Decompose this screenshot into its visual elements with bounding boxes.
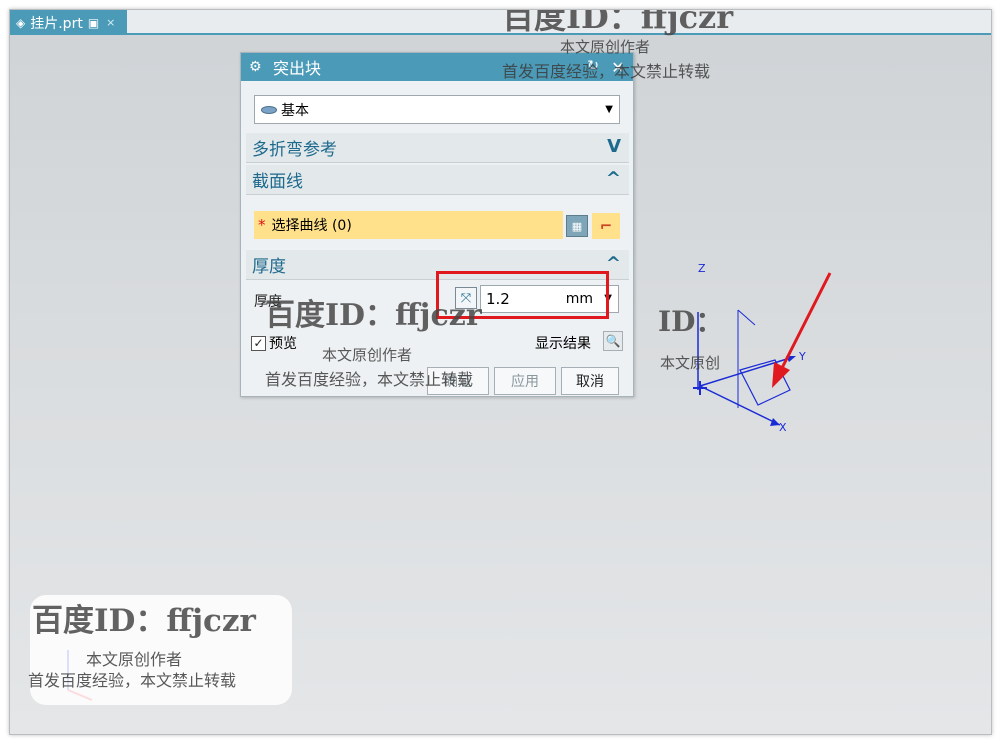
cancel-button[interactable]: 取消 (561, 367, 619, 395)
section-label: 截面线 (252, 172, 303, 192)
chevron-up-icon[interactable]: ^ (606, 168, 621, 189)
watermark-notice-top: 首发百度经验，本文禁止转载 (502, 62, 711, 81)
axis-label-x: X (779, 421, 787, 434)
watermark-id-top: 百度ID：ffjczr (502, 9, 734, 36)
chevron-down-icon[interactable]: V (607, 136, 621, 157)
required-asterisk-icon: * (258, 216, 266, 234)
red-annotation-arrow (772, 272, 832, 388)
section-label: 厚度 (252, 257, 286, 277)
watermark-id-right: ID： (658, 305, 724, 338)
dialog-title: 突出块 (273, 59, 322, 78)
watermark-author-right: 本文原创 (660, 354, 721, 372)
tab-shape-icon (261, 105, 277, 114)
watermark-notice-mid: 首发百度经验，本文禁止转载 (265, 370, 474, 389)
magnifier-icon: 🔍 (605, 334, 621, 348)
section-multi-bend-reference[interactable]: 多折弯参考 V (246, 133, 629, 163)
section-section-curve[interactable]: 截面线 ^ (246, 165, 629, 195)
type-select[interactable]: 基本 ▼ (254, 95, 620, 124)
gear-icon[interactable]: ⚙ (249, 59, 267, 75)
sketch-icon: ▦ (571, 219, 583, 233)
axis-label-z: Z (698, 262, 706, 275)
type-value: 基本 (281, 102, 309, 119)
watermark-notice-bottom: 首发百度经验，本文禁止转载 (28, 671, 237, 690)
select-curve-row[interactable]: * 选择曲线 (0) (254, 211, 563, 239)
preview-checkbox-row[interactable]: ✓ 预览 (251, 333, 297, 353)
axis-label-y: Y (799, 350, 806, 363)
section-label: 多折弯参考 (252, 140, 337, 160)
select-curve-label: 选择曲线 (0) (271, 218, 352, 234)
preview-label: 预览 (269, 336, 297, 352)
sketch-section-button[interactable]: ▦ (566, 215, 588, 237)
watermark-id-bottom: 百度ID：ffjczr (32, 603, 256, 639)
show-result-button[interactable]: 🔍 (603, 331, 623, 351)
preview-checkbox[interactable]: ✓ (251, 335, 266, 351)
watermark-author-mid: 本文原创作者 (322, 346, 413, 364)
watermark-author-top: 本文原创作者 (560, 38, 651, 56)
watermark-id-mid: 百度ID：ffjczr (265, 298, 482, 333)
chevron-down-icon[interactable]: ▼ (605, 104, 613, 115)
curve-select-button[interactable]: ⌐ (592, 213, 620, 239)
show-result-label: 显示结果 (535, 336, 591, 352)
apply-button[interactable]: 应用 (494, 367, 556, 395)
curve-icon: ⌐ (599, 217, 613, 235)
extrude-tab-dialog: ⚙ 突出块 ↻ ✕ 基本 ▼ 多折弯参考 V 截面线 ^ * 选择曲线 (0) … (240, 52, 634, 397)
graphics-window: ◈ 挂片.prt ▣ × Z Y X ⚙ 突出块 ↻ ✕ 基本 ▼ 多折弯参考 … (9, 9, 992, 735)
